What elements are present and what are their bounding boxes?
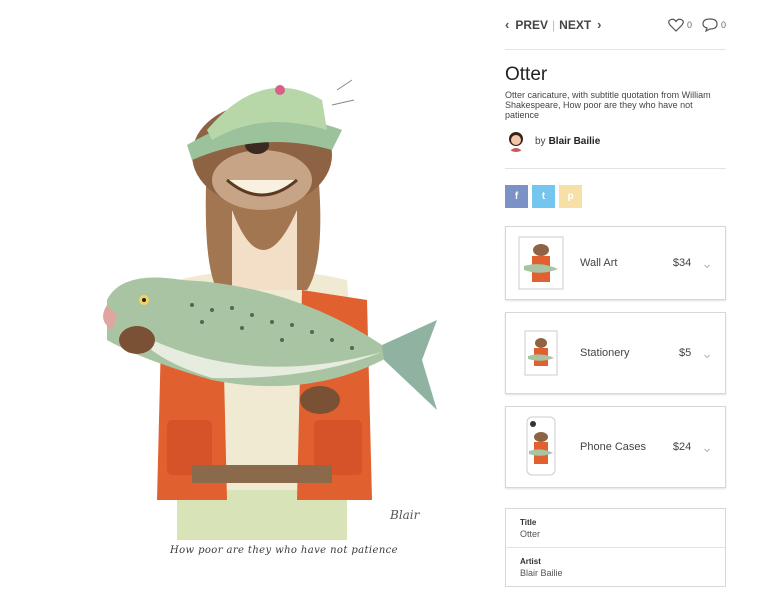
facebook-share-button[interactable]: f (505, 185, 528, 208)
otter-illustration (103, 79, 437, 540)
pinterest-share-button[interactable]: p (559, 185, 582, 208)
share-buttons: f t p (505, 185, 726, 208)
avatar-icon (509, 132, 523, 152)
twitter-icon: t (541, 191, 546, 202)
artwork-image[interactable] (92, 60, 462, 580)
comment-button[interactable]: 0 (702, 17, 726, 32)
divider (505, 168, 726, 169)
heart-icon (668, 18, 684, 32)
product-price: $34 (672, 257, 692, 269)
stationery-thumbnail (518, 326, 564, 380)
comment-icon (702, 17, 718, 32)
facebook-icon: f (514, 191, 519, 202)
chevron-down-icon: ⌄ (701, 344, 713, 361)
chevron-left-icon: ‹ (505, 17, 510, 32)
artwork-description: Otter caricature, with subtitle quotatio… (505, 90, 711, 120)
info-row-artist: Artist Blair Bailie (506, 547, 725, 586)
product-name: Wall Art (580, 257, 618, 269)
product-price: $24 (672, 441, 692, 453)
wall-art-thumbnail (518, 236, 564, 290)
like-count: 0 (686, 19, 692, 30)
info-label: Artist (520, 557, 541, 566)
info-label: Title (520, 518, 537, 527)
like-button[interactable]: 0 (668, 18, 692, 32)
chevron-down-icon: ⌄ (701, 438, 713, 455)
prev-label: PREV (515, 17, 549, 32)
artist-byline: by Blair Bailie (505, 128, 726, 154)
artist-link[interactable]: Blair Bailie (549, 136, 601, 147)
artwork-title: Otter (505, 64, 548, 85)
twitter-share-button[interactable]: t (532, 185, 555, 208)
chevron-right-icon: › (597, 17, 602, 32)
artist-signature: Blair (390, 508, 420, 522)
product-card-wall-art[interactable]: Wall Art $34 ⌄ (505, 226, 726, 300)
info-value: Otter (520, 529, 541, 539)
by-prefix: by (535, 135, 546, 147)
artist-avatar[interactable] (505, 130, 527, 152)
chevron-down-icon: ⌄ (701, 254, 713, 271)
info-value: Blair Bailie (520, 568, 563, 578)
pinterest-icon: p (567, 191, 574, 202)
product-card-phone-cases[interactable]: Phone Cases $24 ⌄ (505, 406, 726, 488)
artwork-caption: How poor are they who have not patience (170, 545, 398, 556)
next-link[interactable]: NEXT › (559, 17, 601, 32)
nav-bar: ‹ PREV | NEXT › 0 0 (505, 0, 726, 50)
details-panel: ‹ PREV | NEXT › 0 0 Otter Otter caricatu… (505, 0, 726, 587)
info-table: Title Otter Artist Blair Bailie (505, 508, 726, 587)
info-row-title: Title Otter (506, 509, 725, 547)
comment-count: 0 (720, 19, 726, 30)
nav-separator: | (552, 17, 556, 32)
phone-case-thumbnail (518, 415, 564, 479)
product-name: Phone Cases (580, 441, 647, 453)
reaction-counts: 0 0 (668, 17, 726, 32)
next-label: NEXT (559, 17, 592, 32)
prev-link[interactable]: ‹ PREV (505, 17, 548, 32)
product-name: Stationery (580, 347, 630, 359)
product-price: $5 (679, 347, 692, 359)
product-card-stationery[interactable]: Stationery $5 ⌄ (505, 312, 726, 394)
